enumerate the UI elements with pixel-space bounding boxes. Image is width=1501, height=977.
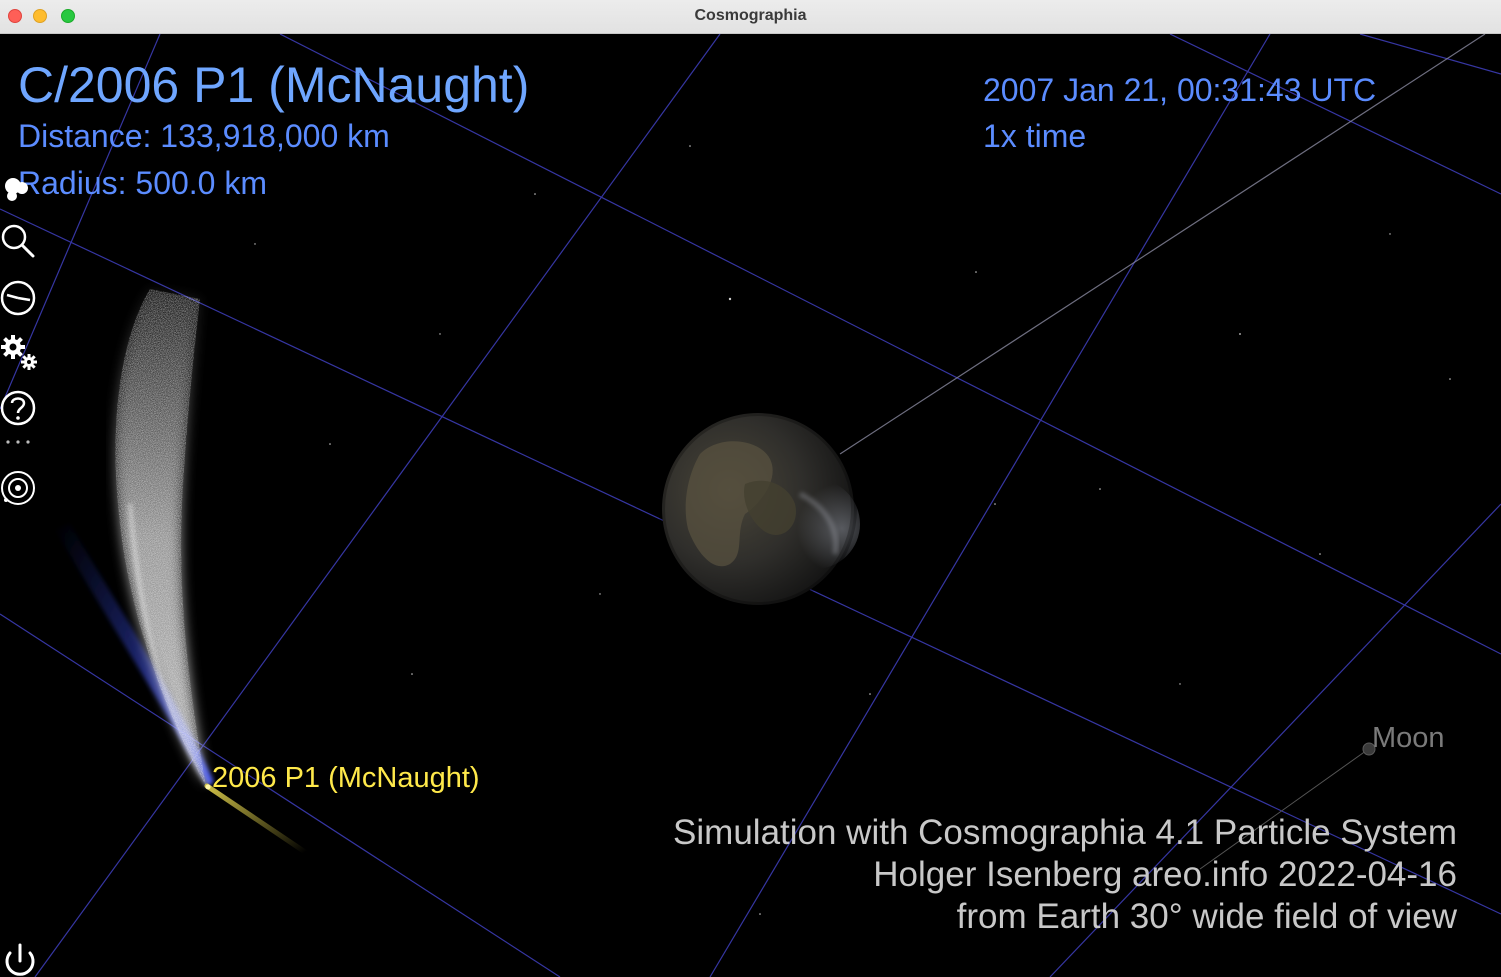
- settings-button[interactable]: [0, 332, 38, 372]
- grid-line: [1169, 34, 1501, 195]
- help-button[interactable]: [0, 388, 38, 428]
- bodies-button[interactable]: [0, 174, 38, 214]
- radius-readout: Radius: 500.0 km: [18, 165, 268, 201]
- gears-icon: [1, 335, 37, 370]
- help-icon: [0, 390, 36, 426]
- title-bar[interactable]: Cosmographia: [0, 0, 1501, 34]
- time-button[interactable]: [0, 278, 38, 318]
- bodies-icon: [5, 178, 28, 201]
- clock-icon: [0, 280, 36, 316]
- power-icon: [5, 943, 35, 976]
- earth-globe: [659, 410, 860, 608]
- credits-line: from Earth 30° wide field of view: [956, 897, 1457, 936]
- observer-button[interactable]: [0, 468, 38, 508]
- search-icon: [1, 224, 35, 258]
- time-rate[interactable]: 1x time: [983, 118, 1086, 155]
- comet-label[interactable]: 2006 P1 (McNaught): [212, 762, 480, 795]
- window-title: Cosmographia: [694, 7, 807, 24]
- selected-object-name: C/2006 P1 (McNaught): [18, 57, 530, 113]
- search-button[interactable]: [0, 220, 38, 260]
- credits-line: Holger Isenberg areo.info 2022-04-16: [873, 855, 1457, 894]
- app-window: Cosmographia C/2006 P1 (McNaught) Distan…: [0, 0, 1501, 977]
- grid-line: [1359, 34, 1501, 75]
- credits-overlay: Simulation with Cosmographia 4.1 Particl…: [673, 812, 1457, 938]
- observer-icon: [1, 471, 35, 505]
- distance-readout: Distance: 133,918,000 km: [18, 118, 390, 154]
- moon-label[interactable]: Moon: [1372, 722, 1445, 755]
- more-dots-icon: [6, 440, 30, 444]
- space-viewport[interactable]: C/2006 P1 (McNaught) Distance: 133,918,0…: [0, 34, 1501, 977]
- credits-line: Simulation with Cosmographia 4.1 Particl…: [673, 813, 1457, 852]
- current-datetime[interactable]: 2007 Jan 21, 00:31:43 UTC: [983, 72, 1376, 109]
- grid-line: [279, 34, 1501, 655]
- more-button[interactable]: [0, 434, 38, 454]
- grid-line: [0, 613, 561, 977]
- quit-button[interactable]: [0, 939, 40, 977]
